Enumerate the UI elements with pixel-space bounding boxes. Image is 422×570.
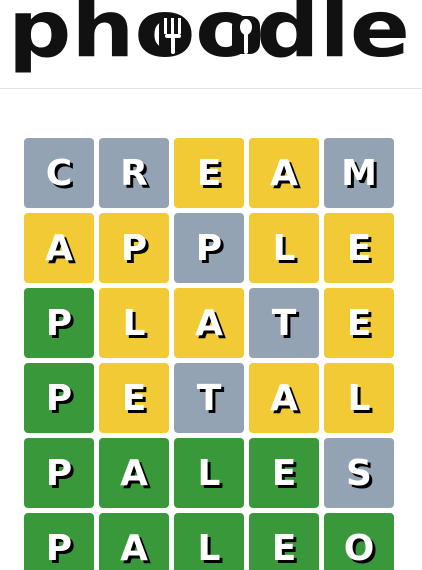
board-tile: E (174, 138, 244, 208)
board-tile: E (249, 513, 319, 570)
board-tile: A (249, 363, 319, 433)
board-tile: P (24, 513, 94, 570)
phoodle-logo: phoodle (8, 0, 410, 75)
board-tile: T (174, 363, 244, 433)
board-tile: E (99, 363, 169, 433)
logo-text: phoodle (8, 0, 410, 75)
board-tile: P (174, 213, 244, 283)
board-tile: L (174, 438, 244, 508)
board-tile: L (174, 513, 244, 570)
game-page: phoodle CREAMAPPLEPLATEPETALPALESPALEO (0, 0, 422, 570)
game-board: CREAMAPPLEPLATEPETALPALESPALEO (24, 138, 394, 570)
board-tile: P (24, 438, 94, 508)
board-tile: C (24, 138, 94, 208)
board-tile: L (249, 213, 319, 283)
header: phoodle (0, 0, 422, 89)
board-tile: T (249, 288, 319, 358)
board-tile: P (99, 213, 169, 283)
board-tile: A (24, 213, 94, 283)
board-tile: S (324, 438, 394, 508)
board-tile: P (24, 363, 94, 433)
board-tile: E (324, 213, 394, 283)
board-tile: M (324, 138, 394, 208)
board-tile: L (99, 288, 169, 358)
board-tile: R (99, 138, 169, 208)
board-tile: A (249, 138, 319, 208)
board-tile: A (174, 288, 244, 358)
fork-icon (159, 16, 187, 54)
board-tile: E (249, 438, 319, 508)
board-tile: L (324, 363, 394, 433)
board-tile: O (324, 513, 394, 570)
board-tile: P (24, 288, 94, 358)
board-tile: E (324, 288, 394, 358)
board-tile: A (99, 438, 169, 508)
board-tile: A (99, 513, 169, 570)
spoon-icon (232, 16, 260, 54)
